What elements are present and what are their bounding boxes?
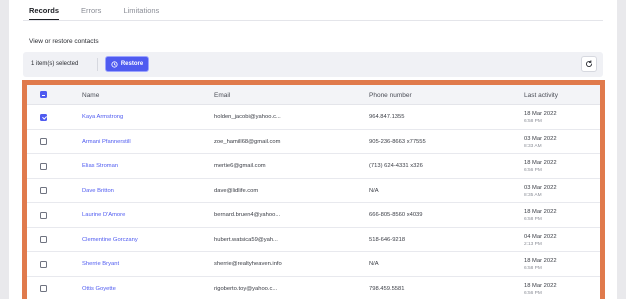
table-row[interactable]: Dave Britton dave@lidlife.com N/A 03 Mar 20… [27, 179, 600, 203]
column-header-last-activity: Last activity [524, 92, 558, 99]
contact-phone: N/A [369, 187, 379, 194]
last-activity: 18 Mar 2022 6:58 PM [524, 208, 557, 224]
section-title: View or restore contacts [29, 38, 99, 45]
last-activity-time: 2:13 PM [524, 241, 542, 247]
contacts-table: Name Email Phone number Last activity Ka… [22, 80, 605, 299]
last-activity-date: 03 Mar 2022 [524, 184, 557, 191]
contact-name-link[interactable]: Kaya Armstrong [82, 114, 123, 120]
contact-name-link[interactable]: Sherrie Bryant [82, 261, 119, 267]
last-activity-time: 6:58 PM [524, 119, 542, 124]
refresh-button[interactable] [581, 56, 597, 72]
restore-button[interactable]: Restore [105, 56, 149, 72]
column-header-phone: Phone number [369, 92, 412, 99]
tab-bar: Records Errors Limitations [29, 5, 159, 24]
last-activity-date: 18 Mar 2022 [524, 209, 557, 215]
contact-email: bernard.bruen4@yahoo... [214, 212, 281, 218]
tab-limitations-label: Limitations [123, 6, 160, 15]
tab-limitations[interactable]: Limitations [123, 5, 159, 24]
last-activity: 03 Mar 2022 8:33 AM [524, 135, 557, 151]
row-checkbox[interactable] [40, 260, 47, 268]
row-checkbox[interactable] [40, 285, 47, 292]
table-row[interactable]: Laurine D'Amore bernard.bruen4@yahoo... 66… [27, 203, 600, 228]
row-checkbox[interactable] [40, 236, 47, 243]
row-checkbox[interactable] [40, 162, 47, 170]
selection-count: 1 item(s) selected [31, 61, 79, 67]
last-activity-time: 6:56 PM [524, 290, 542, 296]
last-activity: 18 Mar 2022 6:56 PM [524, 282, 557, 298]
bulk-action-toolbar: 1 item(s) selected Restore [23, 52, 603, 77]
contact-phone: 905-236-8663 x77555 [369, 138, 426, 145]
column-header-name: Name [82, 92, 100, 99]
contact-email: rigoberto.toy@yahoo.c... [214, 285, 278, 292]
contact-name-link[interactable]: Armani Pfannerstill [82, 139, 131, 145]
select-all-checkbox[interactable] [40, 91, 47, 98]
contact-name-link[interactable]: Elias Stroman [82, 163, 118, 169]
tab-errors-label: Errors [81, 6, 102, 15]
last-activity-time: 8:35 AM [524, 192, 542, 198]
contact-email: hubert.watsica59@yah... [214, 236, 278, 243]
row-checkbox[interactable] [40, 113, 47, 121]
last-activity-date: 04 Mar 2022 [524, 233, 557, 240]
table-row[interactable]: Elias Stroman mertie6@gmail.com (713) 624-… [27, 154, 600, 179]
table-row[interactable]: Clementine Gorczany hubert.watsica59@yah.… [27, 228, 600, 252]
table-row[interactable]: Armani Pfannerstill zoe_hamill68@gmail.co… [27, 130, 600, 154]
last-activity: 04 Mar 2022 2:13 PM [524, 233, 557, 249]
last-activity: 18 Mar 2022 6:56 PM [524, 159, 557, 175]
contact-email: sherrie@realtyheaven.info [214, 261, 282, 267]
restore-clock-icon [111, 60, 118, 68]
last-activity-date: 18 Mar 2022 [524, 258, 557, 264]
contact-name-link[interactable]: Dave Britton [82, 188, 114, 194]
row-checkbox[interactable] [40, 138, 47, 145]
last-activity: 18 Mar 2022 6:58 PM [524, 257, 557, 273]
table-header: Name Email Phone number Last activity [27, 85, 600, 105]
last-activity-date: 03 Mar 2022 [524, 135, 557, 142]
row-checkbox[interactable] [40, 211, 47, 219]
contact-phone: 798.459.5581 [369, 285, 405, 292]
contact-phone: 964.847.1355 [369, 114, 405, 120]
tabs-divider [23, 20, 603, 21]
table-row[interactable]: Kaya Armstrong holden_jacobi@yahoo.c... 96… [27, 105, 600, 130]
last-activity-time: 8:33 AM [524, 143, 542, 149]
table-row[interactable]: Ottis Goyette rigoberto.toy@yahoo.c... 798… [27, 277, 600, 299]
last-activity: 18 Mar 2022 6:58 PM [524, 110, 557, 126]
last-activity-time: 6:58 PM [524, 217, 542, 222]
table-row[interactable]: Sherrie Bryant sherrie@realtyheaven.info N… [27, 252, 600, 277]
contact-name-link[interactable]: Laurine D'Amore [82, 212, 125, 218]
refresh-icon [586, 60, 593, 67]
contact-email: mertie6@gmail.com [214, 163, 266, 169]
contact-phone: N/A [369, 261, 379, 267]
contact-name-link[interactable]: Ottis Goyette [82, 286, 116, 292]
contact-email: zoe_hamill68@gmail.com [214, 138, 281, 145]
contact-phone: 666-805-8560 x4039 [369, 212, 423, 218]
toolbar-divider [97, 58, 98, 71]
last-activity: 03 Mar 2022 8:35 AM [524, 184, 557, 200]
restore-button-label: Restore [120, 61, 144, 67]
last-activity-date: 18 Mar 2022 [524, 111, 557, 117]
contact-name-link[interactable]: Clementine Gorczany [82, 237, 138, 243]
last-activity-date: 18 Mar 2022 [524, 160, 557, 166]
last-activity-date: 18 Mar 2022 [524, 282, 557, 289]
tab-records[interactable]: Records [29, 5, 60, 24]
tab-records-label: Records [29, 6, 60, 15]
contact-phone: 518-646-9218 [369, 236, 406, 243]
contacts-panel: Records Errors Limitations View or resto… [9, 0, 617, 299]
contact-email: holden_jacobi@yahoo.c... [214, 114, 281, 120]
last-activity-time: 6:58 PM [524, 266, 542, 271]
last-activity-time: 6:56 PM [524, 168, 542, 173]
column-header-email: Email [214, 92, 231, 99]
contact-phone: (713) 624-4331 x326 [369, 163, 423, 169]
row-checkbox[interactable] [40, 187, 47, 194]
tab-errors[interactable]: Errors [81, 5, 101, 24]
contact-email: dave@lidlife.com [214, 187, 259, 194]
